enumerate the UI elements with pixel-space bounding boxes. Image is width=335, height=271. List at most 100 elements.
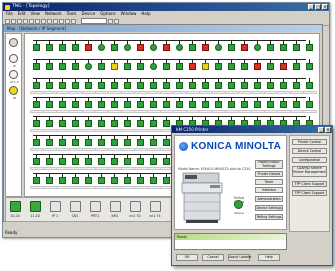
device-node-icon[interactable] bbox=[46, 139, 53, 146]
device-node-icon[interactable] bbox=[111, 120, 118, 127]
paper-output-settings-button[interactable]: Paper/Output Settings bbox=[255, 160, 283, 169]
ldap-search-button[interactable]: LDAP/ID Search Printer Management bbox=[292, 166, 327, 177]
device-icon[interactable] bbox=[50, 201, 61, 212]
shield-icon[interactable] bbox=[9, 38, 18, 47]
device-node-icon[interactable] bbox=[85, 44, 92, 51]
device-node-icon[interactable] bbox=[163, 177, 170, 184]
device-node-icon[interactable] bbox=[85, 63, 92, 70]
polling-settings-button[interactable]: Polling Settings bbox=[255, 214, 283, 220]
device-node-icon[interactable] bbox=[46, 63, 53, 70]
device-node-icon[interactable] bbox=[254, 44, 261, 51]
device-node-icon[interactable] bbox=[306, 44, 313, 51]
device-node-icon[interactable] bbox=[228, 82, 235, 89]
device-node-icon[interactable] bbox=[215, 44, 222, 51]
device-node-icon[interactable] bbox=[85, 158, 92, 165]
device-node-icon[interactable] bbox=[163, 63, 170, 70]
device-node-icon[interactable] bbox=[46, 158, 53, 165]
device-node-icon[interactable] bbox=[163, 82, 170, 89]
globe-icon[interactable] bbox=[9, 70, 18, 79]
device-node-icon[interactable] bbox=[202, 101, 209, 108]
device-node-icon[interactable] bbox=[124, 139, 131, 146]
device-icon[interactable] bbox=[70, 201, 81, 212]
device-node-icon[interactable] bbox=[98, 63, 105, 70]
device-node-icon[interactable] bbox=[267, 101, 274, 108]
configuration-button[interactable]: Configuration bbox=[292, 157, 327, 163]
device-node-icon[interactable] bbox=[150, 44, 157, 51]
device-node-icon[interactable] bbox=[267, 44, 274, 51]
apply-update-button[interactable]: Apply Update bbox=[228, 254, 251, 261]
device-node-icon[interactable] bbox=[150, 177, 157, 184]
device-node-icon[interactable] bbox=[33, 44, 40, 51]
device-node-icon[interactable] bbox=[85, 82, 92, 89]
device-node-icon[interactable] bbox=[72, 63, 79, 70]
minimize-button[interactable]: _ bbox=[308, 4, 314, 10]
device-node-icon[interactable] bbox=[306, 82, 313, 89]
device-node-icon[interactable] bbox=[150, 158, 157, 165]
device-node-icon[interactable] bbox=[72, 158, 79, 165]
device-node-icon[interactable] bbox=[137, 63, 144, 70]
tpp-client-support-button-2[interactable]: TPP Client Support bbox=[292, 190, 327, 196]
cut-icon[interactable] bbox=[29, 18, 34, 24]
properties-icon[interactable] bbox=[71, 18, 76, 24]
device-node-icon[interactable] bbox=[137, 101, 144, 108]
device-node-icon[interactable] bbox=[293, 63, 300, 70]
help-button[interactable]: Help bbox=[258, 254, 280, 261]
device-icon[interactable] bbox=[110, 201, 121, 212]
device-node-icon[interactable] bbox=[33, 139, 40, 146]
device-node-icon[interactable] bbox=[46, 120, 53, 127]
device-node-icon[interactable] bbox=[254, 101, 261, 108]
device-node-icon[interactable] bbox=[293, 44, 300, 51]
device-node-icon[interactable] bbox=[85, 177, 92, 184]
device-node-icon[interactable] bbox=[124, 177, 131, 184]
device-node-icon[interactable] bbox=[176, 63, 183, 70]
device-icon[interactable] bbox=[150, 201, 161, 212]
device-node-icon[interactable] bbox=[189, 82, 196, 89]
paste-icon[interactable] bbox=[41, 18, 46, 24]
device-node-icon[interactable] bbox=[33, 101, 40, 108]
device-node-icon[interactable] bbox=[111, 63, 118, 70]
device-node-icon[interactable] bbox=[59, 120, 66, 127]
device-node-icon[interactable] bbox=[228, 63, 235, 70]
device-node-icon[interactable] bbox=[280, 63, 287, 70]
device-node-icon[interactable] bbox=[267, 63, 274, 70]
device-node-icon[interactable] bbox=[176, 82, 183, 89]
device-node-icon[interactable] bbox=[59, 101, 66, 108]
device-node-icon[interactable] bbox=[72, 82, 79, 89]
device-node-icon[interactable] bbox=[176, 44, 183, 51]
device-node-icon[interactable] bbox=[33, 63, 40, 70]
device-node-icon[interactable] bbox=[59, 177, 66, 184]
device-node-icon[interactable] bbox=[111, 44, 118, 51]
device-node-icon[interactable] bbox=[306, 63, 313, 70]
device-node-icon[interactable] bbox=[111, 158, 118, 165]
device-node-icon[interactable] bbox=[33, 177, 40, 184]
device-node-icon[interactable] bbox=[202, 82, 209, 89]
device-node-icon[interactable] bbox=[98, 120, 105, 127]
device-node-icon[interactable] bbox=[124, 101, 131, 108]
device-node-icon[interactable] bbox=[33, 82, 40, 89]
device-node-icon[interactable] bbox=[150, 139, 157, 146]
device-node-icon[interactable] bbox=[72, 177, 79, 184]
zoom-in-icon[interactable] bbox=[47, 18, 52, 24]
device-node-icon[interactable] bbox=[163, 101, 170, 108]
device-node-icon[interactable] bbox=[228, 101, 235, 108]
new-icon[interactable] bbox=[5, 18, 10, 24]
device-node-icon[interactable] bbox=[163, 120, 170, 127]
device-node-icon[interactable] bbox=[46, 82, 53, 89]
printer-details-button[interactable]: Printer Details bbox=[255, 171, 283, 177]
device-node-icon[interactable] bbox=[124, 120, 131, 127]
device-node-icon[interactable] bbox=[241, 63, 248, 70]
device-node-icon[interactable] bbox=[33, 120, 40, 127]
device-node-icon[interactable] bbox=[111, 139, 118, 146]
device-minimize-button[interactable]: _ bbox=[318, 127, 324, 133]
device-node-icon[interactable] bbox=[267, 82, 274, 89]
device-node-icon[interactable] bbox=[280, 101, 287, 108]
cancel-button[interactable]: Cancel bbox=[202, 254, 224, 261]
device-node-icon[interactable] bbox=[59, 158, 66, 165]
device-icon[interactable] bbox=[10, 201, 21, 212]
device-node-icon[interactable] bbox=[72, 44, 79, 51]
maximize-button[interactable]: □ bbox=[315, 4, 321, 10]
help-icon[interactable] bbox=[114, 18, 119, 24]
device-node-icon[interactable] bbox=[189, 44, 196, 51]
device-node-icon[interactable] bbox=[98, 139, 105, 146]
device-node-icon[interactable] bbox=[254, 63, 261, 70]
